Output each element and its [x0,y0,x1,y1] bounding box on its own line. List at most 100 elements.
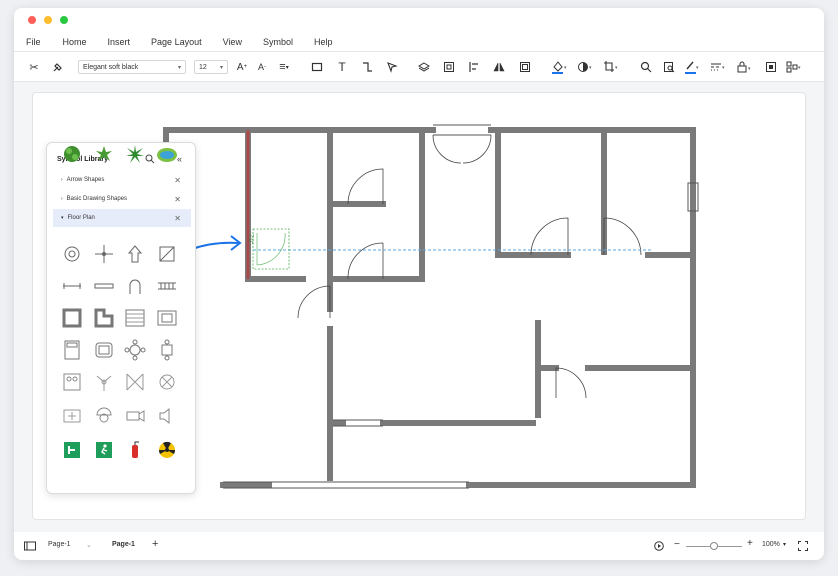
library-category-floor-plan[interactable]: ▾ Floor Plan ✕ [53,209,191,227]
layers-icon[interactable] [416,59,432,75]
format-painter-icon[interactable] [50,59,66,75]
zoom-out-button[interactable]: − [674,539,680,550]
close-icon[interactable]: ✕ [174,195,181,204]
chevron-down-icon: ▾ [177,64,181,71]
fit-icon[interactable] [763,59,779,75]
fire-extinguisher-icon[interactable] [124,439,146,461]
svg-text:▾: ▾ [615,65,618,71]
rectangle-icon[interactable] [309,59,325,75]
plant-icon[interactable] [61,143,83,165]
menu-insert[interactable]: Insert [108,37,131,47]
crop-icon[interactable]: ▾ [603,59,619,75]
search-icon[interactable] [638,59,654,75]
radiation-icon[interactable] [156,439,178,461]
text-icon[interactable]: T [334,59,350,75]
library-category-arrow-shapes[interactable]: › Arrow Shapes ✕ [53,171,191,189]
pointer-icon[interactable] [384,59,400,75]
zoom-level[interactable]: 100% [762,541,780,548]
svg-text:▾: ▾ [748,66,751,72]
selected-door[interactable] [252,228,290,270]
add-page-button[interactable]: + [152,538,158,550]
round-table-icon[interactable] [124,339,146,361]
menu-page-layout[interactable]: Page Layout [151,37,202,47]
arch-icon[interactable] [124,275,146,297]
l-room-icon[interactable] [93,307,115,329]
minimize-window-button[interactable] [44,16,52,24]
ceiling-fan-icon[interactable] [93,371,115,393]
search-icon[interactable] [145,154,155,166]
dome-camera-icon[interactable] [93,405,115,427]
diagonal-box-icon[interactable] [156,243,178,265]
blinds-icon[interactable] [124,307,146,329]
lock-icon[interactable]: ▾ [736,59,752,75]
stove-icon[interactable] [61,371,83,393]
status-bar: Page-1 ⌄ Page-1 + − + 100% ▾ [14,532,824,560]
line-color-icon[interactable]: ▾ [684,59,700,75]
menu-symbol[interactable]: Symbol [263,37,293,47]
close-icon[interactable]: ✕ [174,176,181,185]
dimension-line-icon[interactable] [61,275,83,297]
door-dimension-label: 7'0" [247,234,253,244]
font-grow-icon[interactable]: A + [234,59,250,75]
font-family-select[interactable]: Elegant soft black ▾ [78,60,186,74]
connector-icon[interactable] [359,59,375,75]
wall-segment-icon[interactable] [93,275,115,297]
align-icon[interactable]: ≡ ▾ [276,59,292,75]
chevron-right-icon: › [61,177,63,183]
north-arrow-icon[interactable] [93,243,115,265]
svg-text:▾: ▾ [798,65,801,71]
svg-text:▾: ▾ [564,65,567,71]
font-family-value: Elegant soft black [83,63,139,71]
compass-rose-icon[interactable] [61,243,83,265]
close-window-button[interactable] [28,16,36,24]
scissors-icon[interactable]: ✂ [26,59,42,75]
window-icon[interactable] [124,371,146,393]
chair-table-icon[interactable] [156,339,178,361]
play-icon[interactable] [654,541,664,553]
camera-icon[interactable] [124,405,146,427]
chevron-down-icon[interactable]: ▾ [783,541,786,548]
frame-icon[interactable] [517,59,533,75]
sink-icon[interactable] [156,307,178,329]
font-size-select[interactable]: 12 ▾ [194,60,228,74]
page-layout-icon[interactable] [24,541,36,553]
menu-help[interactable]: Help [314,37,333,47]
zoom-in-button[interactable]: + [747,538,753,549]
exit-sign-icon[interactable] [61,439,83,461]
close-icon[interactable]: ✕ [174,214,181,223]
bed-icon[interactable] [61,339,83,361]
find-replace-icon[interactable] [661,59,677,75]
menu-view[interactable]: View [223,37,242,47]
flip-icon[interactable] [491,59,507,75]
plant-small-icon[interactable] [93,143,115,165]
speaker-icon[interactable] [156,405,178,427]
up-arrow-icon[interactable] [124,243,146,265]
group-icon[interactable] [441,59,457,75]
fullscreen-icon[interactable] [798,541,808,553]
room-square-icon[interactable] [61,307,83,329]
page-selector[interactable]: Page-1 [48,541,71,548]
chevron-down-icon[interactable]: ⌄ [86,541,92,549]
railing-icon[interactable] [156,275,178,297]
align-left-icon[interactable] [466,59,482,75]
menu-home[interactable]: Home [63,37,87,47]
more-icon[interactable]: ▾ [786,59,802,75]
running-exit-icon[interactable] [93,439,115,461]
svg-text:▾: ▾ [589,65,592,71]
chevron-right-icon: › [61,196,63,202]
shape-style-icon[interactable]: ▾ [577,59,593,75]
tab-page-1[interactable]: Page-1 [112,541,135,548]
fill-icon[interactable]: ▾ [551,59,567,75]
library-category-basic-drawing-shapes[interactable]: › Basic Drawing Shapes ✕ [53,190,191,208]
line-style-icon[interactable]: ▾ [710,59,726,75]
snowflake-icon[interactable] [61,405,83,427]
zoom-slider-handle[interactable] [710,542,718,550]
category-label: Basic Drawing Shapes [66,196,128,202]
font-shrink-icon[interactable]: A- [254,59,270,75]
sofa-icon[interactable] [93,339,115,361]
palm-icon[interactable] [124,143,146,165]
x-circle-icon[interactable] [156,371,178,393]
maximize-window-button[interactable] [60,16,68,24]
pond-icon[interactable] [156,143,178,165]
menu-file[interactable]: File [26,37,41,47]
